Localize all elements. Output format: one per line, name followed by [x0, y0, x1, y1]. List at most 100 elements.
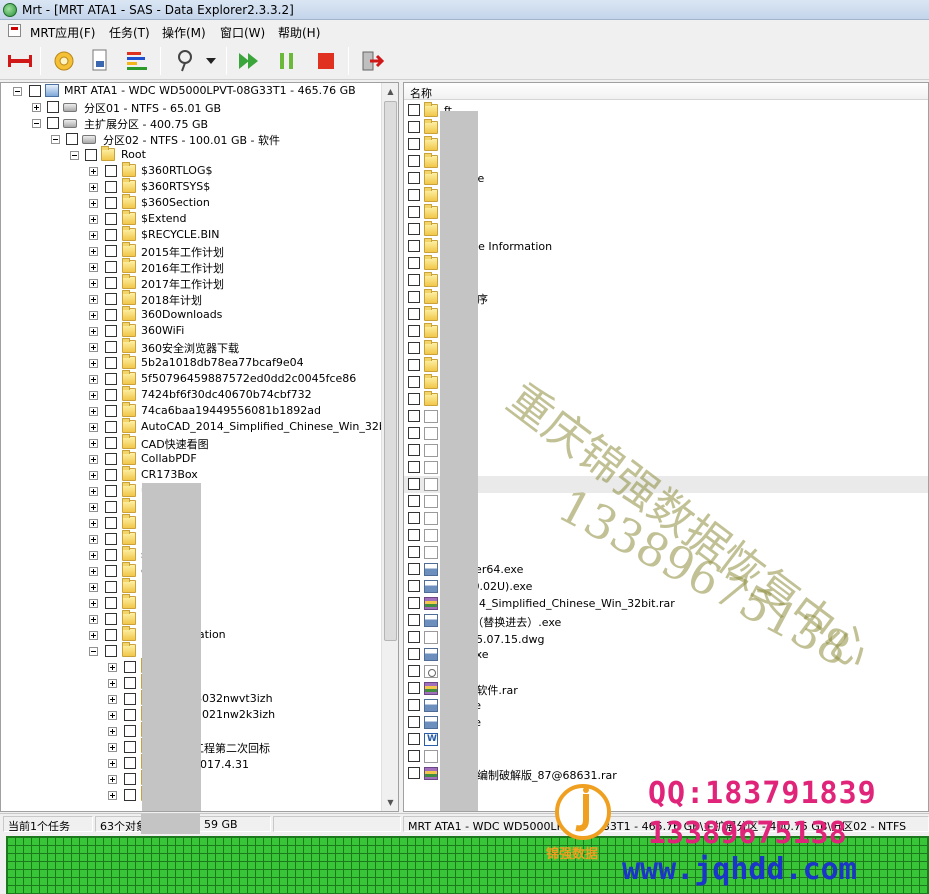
- expand-icon[interactable]: [89, 263, 98, 272]
- expand-icon[interactable]: [108, 663, 117, 672]
- exit-button[interactable]: [357, 46, 387, 76]
- expand-icon[interactable]: [89, 551, 98, 560]
- list-item[interactable]: 料整理: [404, 391, 928, 408]
- tree-checkbox[interactable]: [105, 341, 117, 353]
- expand-icon[interactable]: [89, 215, 98, 224]
- list-checkbox[interactable]: [408, 733, 420, 745]
- expand-icon[interactable]: [89, 503, 98, 512]
- scroll-up-icon[interactable]: ▲: [382, 83, 398, 100]
- list-checkbox[interactable]: [408, 138, 420, 150]
- expand-icon[interactable]: [89, 311, 98, 320]
- tree-checkbox[interactable]: [105, 309, 117, 321]
- expand-icon[interactable]: [89, 199, 98, 208]
- list-checkbox[interactable]: [408, 104, 420, 116]
- menu-task[interactable]: 任务(T): [109, 24, 150, 41]
- list-checkbox[interactable]: [408, 767, 420, 779]
- color-bars-button[interactable]: [122, 46, 152, 76]
- expand-icon[interactable]: [89, 295, 98, 304]
- list-item[interactable]: f: [404, 408, 928, 425]
- list-item[interactable]: gr: [404, 187, 928, 204]
- list-checkbox[interactable]: [408, 495, 420, 507]
- list-checkbox[interactable]: [408, 716, 420, 728]
- list-checkbox[interactable]: [408, 189, 420, 201]
- expand-icon[interactable]: [89, 343, 98, 352]
- list-checkbox[interactable]: [408, 393, 420, 405]
- list-item[interactable]: [404, 340, 928, 357]
- tree-checkbox[interactable]: [105, 613, 117, 625]
- list-checkbox[interactable]: [408, 206, 420, 218]
- tree-node-folder[interactable]: $Extend: [1, 210, 382, 227]
- tree-checkbox[interactable]: [105, 469, 117, 481]
- tree-checkbox[interactable]: [124, 741, 136, 753]
- tree-checkbox[interactable]: [105, 485, 117, 497]
- tree-checkbox[interactable]: [105, 197, 117, 209]
- list-item[interactable]: [404, 119, 928, 136]
- list-item[interactable]: 换PDF软件.rar: [404, 680, 928, 697]
- tree-checkbox[interactable]: [105, 645, 117, 657]
- list-item[interactable]: [404, 204, 928, 221]
- list-checkbox[interactable]: [408, 614, 420, 626]
- list-checkbox[interactable]: [408, 444, 420, 456]
- list-checkbox[interactable]: [408, 512, 420, 524]
- settings-button[interactable]: [49, 46, 79, 76]
- file-list-pane[interactable]: 名称 ft FilesnloadcCachegr loadVolume Inform…: [403, 82, 929, 812]
- list-item[interactable]: Files: [404, 136, 928, 153]
- tree-checkbox[interactable]: [105, 533, 117, 545]
- list-checkbox[interactable]: [408, 257, 420, 269]
- tree-node-folder[interactable]: 360Downloads: [1, 306, 382, 323]
- list-item[interactable]: s: [404, 425, 928, 442]
- expand-icon[interactable]: [89, 615, 98, 624]
- expand-icon[interactable]: [89, 487, 98, 496]
- expand-icon[interactable]: [89, 423, 98, 432]
- tree-checkbox[interactable]: [105, 213, 117, 225]
- expand-icon[interactable]: [108, 743, 117, 752]
- tree-checkbox[interactable]: [105, 581, 117, 593]
- list-checkbox[interactable]: [408, 308, 420, 320]
- list-checkbox[interactable]: [408, 274, 420, 286]
- tree-checkbox[interactable]: [124, 789, 136, 801]
- list-checkbox[interactable]: [408, 478, 420, 490]
- list-item[interactable]: ).lnk: [404, 748, 928, 765]
- collapse-icon[interactable]: [13, 87, 22, 96]
- tree-node-folder[interactable]: 2015年工作计划: [1, 242, 382, 259]
- list-checkbox[interactable]: [408, 750, 420, 762]
- tree-node-folder[interactable]: $360RTLOG$: [1, 162, 382, 179]
- list-checkbox[interactable]: [408, 631, 420, 643]
- list-item[interactable]: 64.exe: [404, 714, 928, 731]
- list-checkbox[interactable]: [408, 376, 420, 388]
- list-checkbox[interactable]: [408, 461, 420, 473]
- expand-icon[interactable]: [108, 711, 117, 720]
- expand-icon[interactable]: [108, 727, 117, 736]
- list-checkbox[interactable]: [408, 121, 420, 133]
- stop-button[interactable]: [311, 46, 341, 76]
- mdi-window-icon[interactable]: [8, 24, 21, 37]
- tree-checkbox[interactable]: [124, 757, 136, 769]
- tree-checkbox[interactable]: [105, 389, 117, 401]
- column-header-name[interactable]: 名称: [410, 85, 432, 101]
- tree-checkbox[interactable]: [105, 405, 117, 417]
- tree-checkbox[interactable]: [47, 101, 59, 113]
- list-checkbox[interactable]: [408, 410, 420, 422]
- tree-node-folder[interactable]: 74ca6baa19449556081b1892ad: [1, 402, 382, 419]
- tree-node-folder[interactable]: AutoCAD_2014_Simplified_Chinese_Win_32bi…: [1, 418, 393, 435]
- tree-checkbox[interactable]: [105, 629, 117, 641]
- tree-node-folder[interactable]: 7424bf6f30dc40670b74cbf732: [1, 386, 382, 403]
- expand-icon[interactable]: [32, 103, 41, 112]
- tree-node-disk[interactable]: MRT ATA1 - WDC WD5000LPVT-08G33T1 - 465.…: [1, 83, 382, 99]
- expand-icon[interactable]: [89, 535, 98, 544]
- list-checkbox[interactable]: [408, 325, 420, 337]
- folder-tree-pane[interactable]: MRT ATA1 - WDC WD5000LPVT-08G33T1 - 465.…: [0, 82, 399, 812]
- tree-checkbox[interactable]: [105, 565, 117, 577]
- expand-icon[interactable]: [89, 247, 98, 256]
- list-checkbox[interactable]: [408, 529, 420, 541]
- expand-icon[interactable]: [108, 791, 117, 800]
- play-button[interactable]: [234, 46, 264, 76]
- tree-checkbox[interactable]: [105, 501, 117, 513]
- tree-checkbox[interactable]: [105, 293, 117, 305]
- expand-icon[interactable]: [108, 695, 117, 704]
- list-checkbox[interactable]: [408, 342, 420, 354]
- tree-checkbox[interactable]: [85, 149, 97, 161]
- tree-checkbox[interactable]: [105, 325, 117, 337]
- expand-icon[interactable]: [89, 231, 98, 240]
- tree-node-folder[interactable]: 360WiFi: [1, 322, 382, 339]
